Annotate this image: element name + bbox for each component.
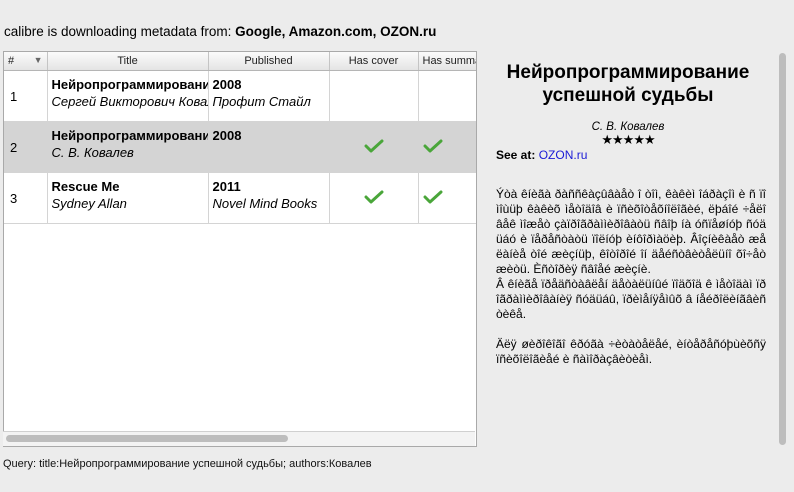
vertical-scrollbar-thumb[interactable] — [779, 53, 786, 445]
see-at-label: See at: — [496, 148, 536, 162]
column-header-number[interactable]: # ▼ — [4, 52, 48, 71]
row-number: 2 — [4, 121, 48, 173]
source-link[interactable]: OZON.ru — [539, 148, 588, 162]
horizontal-scrollbar[interactable] — [3, 431, 475, 446]
title-cell: Нейропрограммирование успешной судьбы Се… — [47, 70, 209, 122]
check-icon — [364, 190, 383, 203]
rating-stars: ★★★★★ — [601, 132, 655, 147]
source-amazon: Amazon.com — [288, 24, 373, 39]
book-title: Rescue Me — [51, 179, 120, 194]
column-header-has-cover[interactable]: Has cover — [329, 52, 419, 71]
see-at: See at: OZON.ru — [482, 148, 774, 162]
check-icon — [423, 190, 442, 203]
has-summary-cell — [418, 121, 476, 173]
row-number: 3 — [4, 172, 48, 224]
title-cell: Rescue Me Sydney Allan — [47, 172, 209, 224]
row-number: 1 — [4, 70, 48, 122]
has-cover-cell — [329, 121, 419, 173]
has-summary-cell — [418, 172, 476, 224]
source-ozon: OZON.ru — [380, 24, 437, 39]
results-table[interactable]: #▼ Title Published Has cover Has summary… — [3, 51, 477, 447]
published-cell: 2008 Профит Стайл — [208, 70, 330, 122]
check-icon — [364, 139, 383, 152]
has-cover-cell — [329, 70, 419, 122]
published-cell: 2008 — [208, 121, 330, 173]
table-row[interactable]: 3 Rescue Me Sydney Allan 2011 Novel Mind… — [4, 172, 476, 224]
column-header-published[interactable]: Published — [208, 52, 330, 71]
book-title: Нейропрограммирование успешной судьбы — [51, 77, 208, 92]
has-cover-cell — [329, 172, 419, 224]
details-title: Нейропрограммирование успешной судьбы — [506, 62, 750, 106]
vertical-scrollbar[interactable] — [776, 52, 789, 446]
book-title: Нейропрограммирование успешной судьбы — [51, 128, 208, 143]
horizontal-scrollbar-thumb[interactable] — [6, 435, 288, 442]
source-google: Google — [235, 24, 282, 39]
book-description: Ýòà êíèãà ðàññêàçûâàåò î òîì, êàêèì îáðà… — [496, 187, 766, 366]
sort-arrow-icon: ▼ — [33, 55, 43, 65]
status-prefix: calibre is downloading metadata from: — [4, 24, 236, 39]
has-summary-cell — [418, 70, 476, 122]
publish-year: 2011 — [212, 179, 241, 194]
title-cell: Нейропрограммирование успешной судьбы С.… — [47, 121, 209, 173]
table-header: #▼ Title Published Has cover Has summary — [4, 52, 476, 71]
publish-year: 2008 — [212, 128, 242, 143]
book-author: Sydney Allan — [51, 196, 127, 211]
published-cell: 2011 Novel Mind Books — [208, 172, 330, 224]
book-author: С. В. Ковалев — [51, 145, 134, 160]
publish-year: 2008 — [212, 77, 242, 92]
details-panel: Нейропрограммирование успешной судьбы С.… — [482, 52, 774, 446]
download-status: calibre is downloading metadata from: Go… — [4, 24, 437, 39]
check-icon — [423, 139, 442, 152]
table-row[interactable]: 2 Нейропрограммирование успешной судьбы … — [4, 121, 476, 173]
publisher: Novel Mind Books — [212, 196, 318, 211]
column-header-title[interactable]: Title — [47, 52, 209, 71]
query-text: Query: title:Нейропрограммирование успеш… — [3, 458, 372, 470]
column-header-has-summary[interactable]: Has summary — [418, 52, 476, 71]
book-author: Сергей Викторович Ковалев — [51, 94, 208, 109]
table-row[interactable]: 1 Нейропрограммирование успешной судьбы … — [4, 70, 476, 122]
publisher: Профит Стайл — [212, 94, 311, 109]
